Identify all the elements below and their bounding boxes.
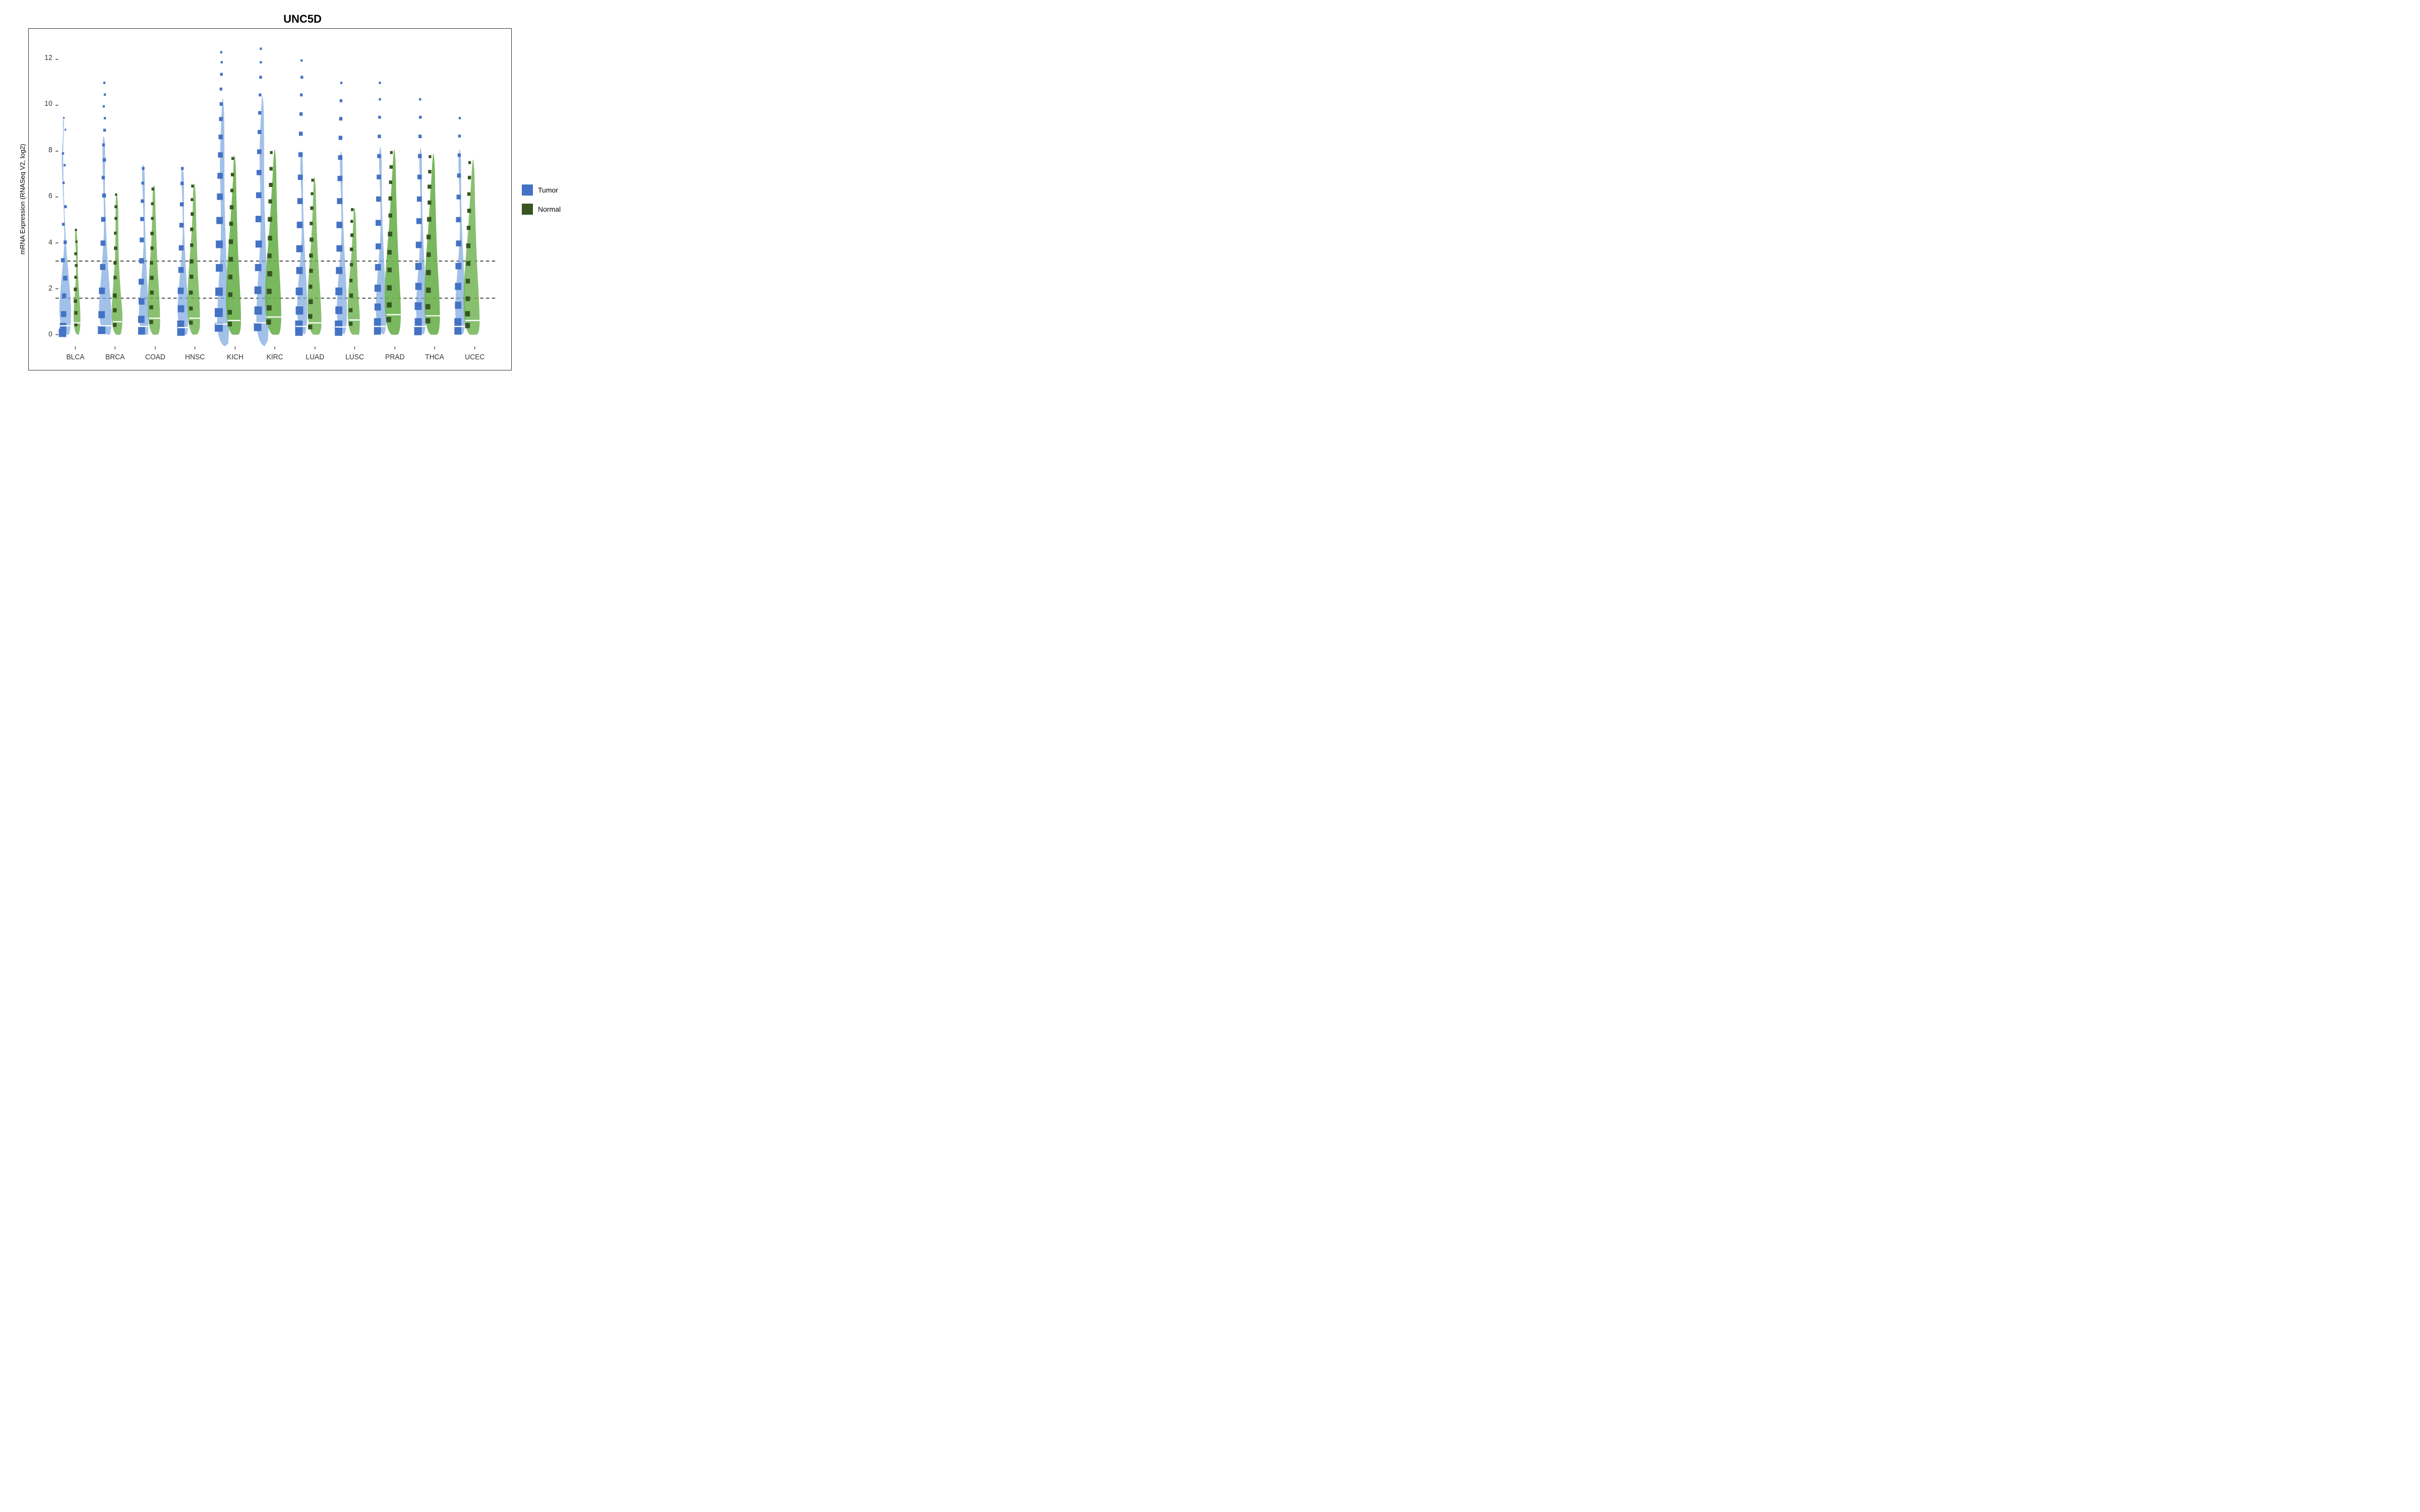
svg-text:UCEC: UCEC xyxy=(465,353,485,361)
plot-and-legend: 0 2 4 6 8 10 12 xyxy=(28,28,592,370)
svg-text:8: 8 xyxy=(48,146,52,155)
svg-text:BLCA: BLCA xyxy=(66,353,84,361)
svg-text:COAD: COAD xyxy=(145,353,165,361)
svg-text:4: 4 xyxy=(48,238,52,247)
y-axis-label: mRNA Expression (RNASeq V2, log2) xyxy=(17,28,28,370)
chart-title: UNC5D xyxy=(283,13,322,26)
svg-text:LUAD: LUAD xyxy=(306,353,324,361)
chart-body: mRNA Expression (RNASeq V2, log2) xyxy=(13,28,592,370)
svg-text:KICH: KICH xyxy=(227,353,244,361)
chart-area-wrapper: 0 2 4 6 8 10 12 xyxy=(28,28,592,370)
main-chart-svg: 0 2 4 6 8 10 12 xyxy=(29,29,511,370)
svg-text:BRCA: BRCA xyxy=(105,353,125,361)
normal-swatch xyxy=(522,204,533,215)
svg-text:2: 2 xyxy=(48,284,52,293)
svg-text:12: 12 xyxy=(44,53,52,62)
svg-text:KIRC: KIRC xyxy=(267,353,283,361)
legend-normal-label: Normal xyxy=(538,205,561,213)
legend-item-normal: Normal xyxy=(522,204,592,215)
legend-area: Tumor Normal xyxy=(512,28,592,370)
svg-text:HNSC: HNSC xyxy=(185,353,205,361)
chart-container: UNC5D mRNA Expression (RNASeq V2, log2) xyxy=(13,8,592,370)
svg-text:THCA: THCA xyxy=(425,353,444,361)
svg-text:0: 0 xyxy=(48,330,52,339)
svg-text:LUSC: LUSC xyxy=(345,353,364,361)
plot-area: 0 2 4 6 8 10 12 xyxy=(28,28,512,370)
svg-text:10: 10 xyxy=(44,99,52,108)
legend-item-tumor: Tumor xyxy=(522,184,592,196)
svg-text:PRAD: PRAD xyxy=(385,353,404,361)
tumor-swatch xyxy=(522,184,533,196)
svg-text:6: 6 xyxy=(48,192,52,201)
legend-tumor-label: Tumor xyxy=(538,186,558,194)
